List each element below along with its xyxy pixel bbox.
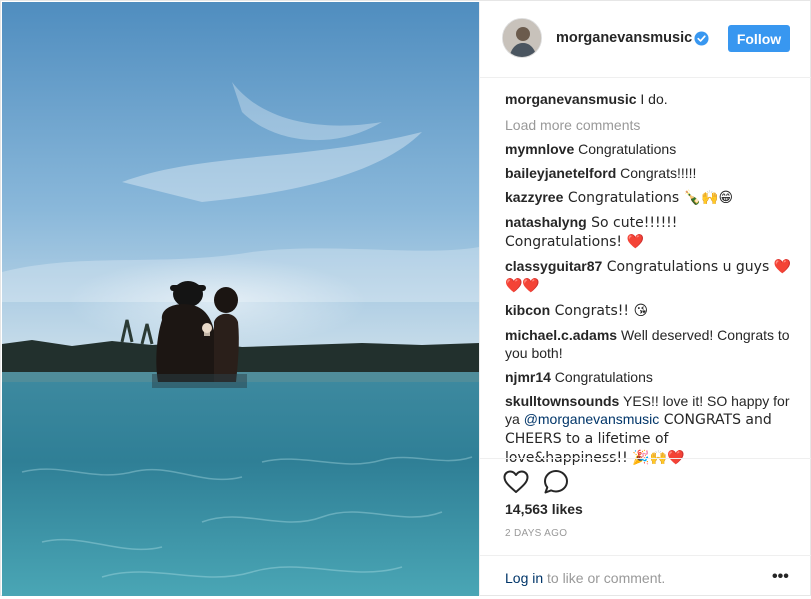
comment-item: natashalyng So cute!!!!!! Congratulation… [505, 213, 795, 251]
avatar[interactable] [502, 18, 542, 58]
comment-username[interactable]: skulltownsounds [505, 393, 619, 409]
comment-username[interactable]: mymnlove [505, 141, 574, 157]
login-prompt-text: to like or comment. [547, 570, 666, 586]
comment-item: kazzyree Congratulations 🍾🙌😁 [505, 188, 795, 207]
comment-text: Congrats!!!!! [616, 165, 697, 181]
pool-photo-image [2, 2, 479, 596]
comment-item: skulltownsounds YES!! love it! SO happy … [505, 392, 795, 467]
likes-count[interactable]: 14,563 likes [505, 501, 583, 517]
comment-item: mymnlove Congratulations [505, 140, 795, 158]
comment-item: kibcon Congrats!! 😘 [505, 301, 795, 320]
post-actions: 14,563 likes 2 DAYS AGO Log in to like o… [480, 458, 811, 599]
follow-button[interactable]: Follow [728, 25, 790, 52]
post-container: morganevansmusic Follow morganevansmusic… [0, 0, 811, 596]
comment-item: michael.c.adams Well deserved! Congrats … [505, 326, 795, 362]
comment-username[interactable]: kibcon [505, 302, 550, 318]
comment-text: Congratulations [550, 369, 653, 385]
login-prompt: Log in to like or comment. ••• [480, 555, 811, 598]
comment-username[interactable]: kazzyree [505, 189, 563, 205]
post-sidebar: morganevansmusic Follow morganevansmusic… [479, 2, 811, 596]
heart-icon[interactable] [503, 470, 529, 494]
comment-username[interactable]: michael.c.adams [505, 327, 617, 343]
avatar-image [503, 19, 541, 57]
comment-bubble-icon[interactable] [543, 469, 569, 495]
comment-text: Congratulations 🍾🙌😁 [563, 190, 734, 206]
comments-list: morganevansmusic I do. Load more comment… [505, 90, 795, 473]
more-dots-icon[interactable]: ••• [772, 568, 789, 586]
comment-username[interactable]: classyguitar87 [505, 258, 602, 274]
comment-username[interactable]: njmr14 [505, 369, 551, 385]
load-more-comments-button[interactable]: Load more comments [505, 116, 795, 134]
post-header: morganevansmusic Follow [480, 2, 811, 78]
caption-text: I do. [636, 91, 668, 107]
comment-username[interactable]: baileyjanetelford [505, 165, 616, 181]
comment-item: baileyjanetelford Congrats!!!!! [505, 164, 795, 182]
comment-item: classyguitar87 Congratulations u guys ❤️… [505, 257, 795, 295]
comment-text: Congrats!! 😘 [550, 303, 649, 319]
comment-mention-link[interactable]: @morganevansmusic [524, 411, 660, 427]
post-caption: morganevansmusic I do. [505, 90, 795, 108]
username-link[interactable]: morganevansmusic [556, 30, 692, 46]
verified-badge-icon [694, 31, 709, 46]
comment-item: njmr14 Congratulations [505, 368, 795, 386]
comment-username[interactable]: natashalyng [505, 214, 587, 230]
post-photo[interactable] [2, 2, 479, 596]
comment-text: Congratulations [574, 141, 677, 157]
post-timestamp[interactable]: 2 DAYS AGO [505, 528, 567, 539]
login-link[interactable]: Log in [505, 570, 543, 586]
caption-username[interactable]: morganevansmusic [505, 91, 637, 107]
